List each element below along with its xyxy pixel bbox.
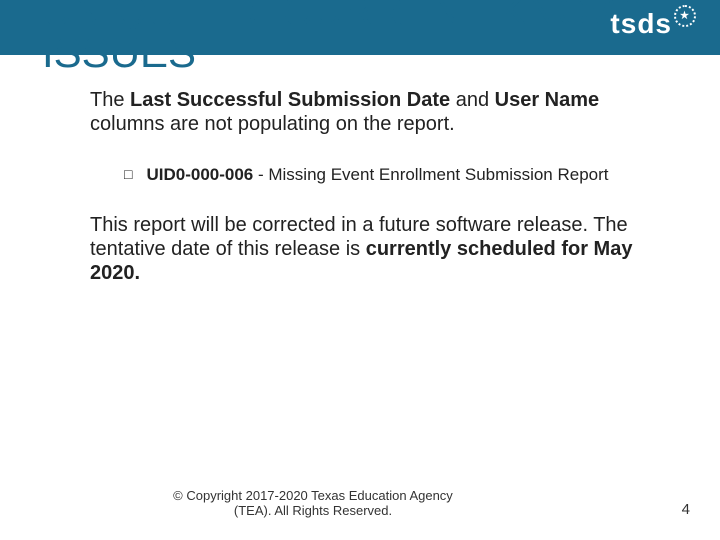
bullet-text: UID0-000-006 - Missing Event Enrollment … — [146, 164, 608, 185]
logo-text: tsds — [610, 8, 672, 40]
intro-bold-1: Last Successful Submission Date — [130, 89, 450, 111]
bullet-marker-icon: □ — [124, 167, 132, 185]
closing-paragraph: This report will be corrected in a futur… — [90, 213, 660, 285]
footer: © Copyright 2017-2020 Texas Education Ag… — [0, 488, 720, 518]
logo: tsds ★ — [610, 8, 696, 40]
bullet-list: □ UID0-000-006 - Missing Event Enrollmen… — [124, 164, 660, 185]
intro-post: columns are not populating on the report… — [90, 113, 455, 135]
bullet-desc: - Missing Event Enrollment Submission Re… — [253, 165, 608, 184]
intro-mid: and — [450, 89, 494, 111]
logo-icon: ★ — [674, 5, 696, 27]
intro-paragraph: The Last Successful Submission Date and … — [90, 88, 660, 136]
intro-bold-2: User Name — [495, 89, 600, 111]
slide-body: The Last Successful Submission Date and … — [90, 88, 660, 285]
list-item: □ UID0-000-006 - Missing Event Enrollmen… — [124, 164, 660, 185]
intro-pre: The — [90, 89, 130, 111]
page-number: 4 — [626, 501, 720, 518]
copyright-text: © Copyright 2017-2020 Texas Education Ag… — [0, 488, 626, 518]
bullet-id: UID0-000-006 — [146, 165, 253, 184]
copyright-inner: © Copyright 2017-2020 Texas Education Ag… — [163, 488, 463, 518]
